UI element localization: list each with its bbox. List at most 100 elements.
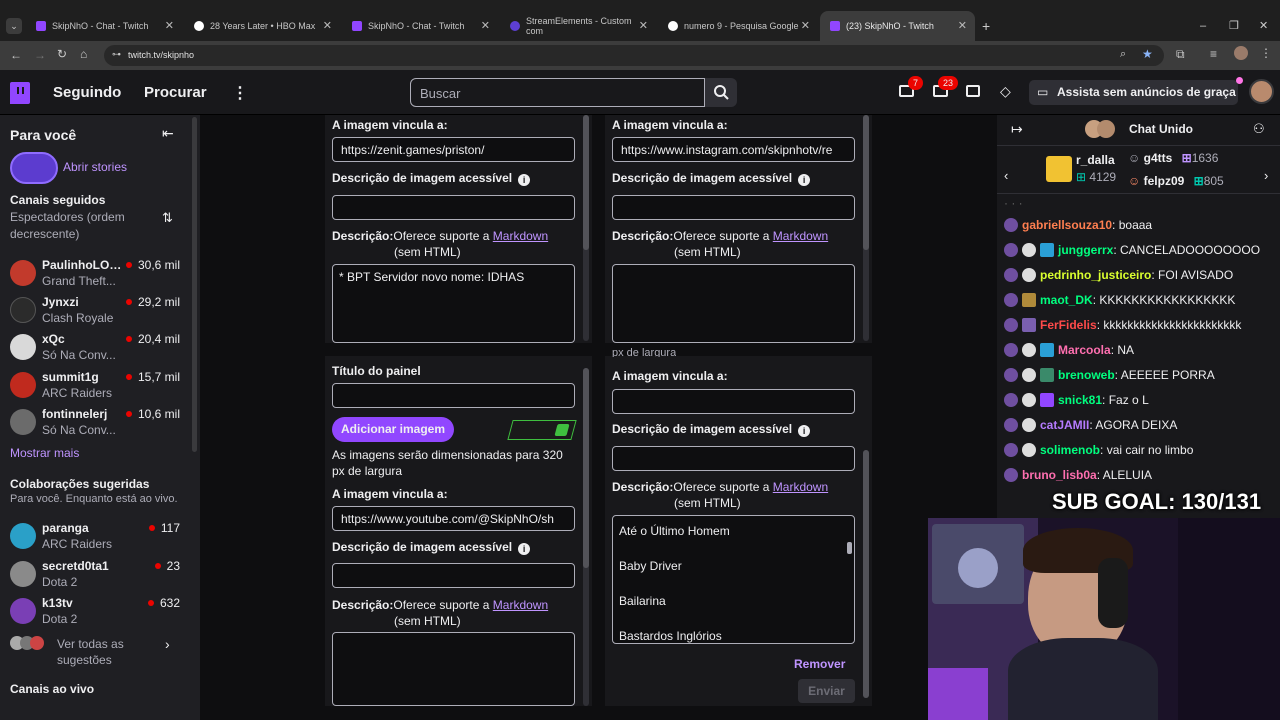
twitch-logo-icon[interactable]	[10, 82, 30, 104]
search-button[interactable]	[705, 78, 737, 107]
prime-badge: 7	[908, 76, 923, 90]
maximize-icon[interactable]: ❐	[1229, 19, 1239, 32]
followed-channel-2[interactable]: Jynxzi Clash Royale 29,2 mil	[0, 293, 195, 329]
stories-avatars[interactable]	[10, 152, 58, 184]
markdown-link[interactable]: Markdown	[493, 598, 548, 612]
markdown-link[interactable]: Markdown	[773, 229, 828, 243]
tab-close-icon[interactable]: ✕	[165, 19, 174, 32]
panel-3-alt-input[interactable]	[332, 563, 575, 588]
open-stories-link[interactable]: Abrir stories	[63, 160, 127, 174]
zoom-icon[interactable]: ⌕	[1120, 48, 1126, 61]
suggested-channel-3[interactable]: k13tv Dota 2 632	[0, 594, 195, 630]
collapse-sidebar-icon[interactable]: ⇤	[162, 125, 174, 142]
site-info-icon[interactable]: ⊶	[112, 49, 121, 60]
panel-3-title-input[interactable]	[332, 383, 575, 408]
browser-menu-icon[interactable]: ⋮	[1260, 46, 1272, 60]
window-close-icon[interactable]: ✕	[1259, 19, 1268, 32]
tab-close-icon[interactable]: ✕	[481, 19, 490, 32]
followed-channel-3[interactable]: xQc Só Na Conv... 20,4 mil	[0, 330, 195, 366]
avatar	[10, 334, 36, 360]
panel-2-scrollbar[interactable]	[863, 115, 869, 341]
browser-tab-3[interactable]: SkipNhO - Chat - Twitch ✕	[342, 11, 498, 41]
tab-search-button[interactable]: ⌄	[6, 18, 22, 34]
suggested-channel-1[interactable]: paranga ARC Raiders 117	[0, 519, 195, 555]
avatar	[10, 297, 36, 323]
extensions-icon[interactable]: ⧉	[1176, 47, 1185, 62]
search-icon	[714, 85, 729, 100]
panel-4-alt-input[interactable]	[612, 446, 855, 471]
leaderboard-top3: ☺ felpz09 ⊞805	[1128, 174, 1224, 188]
minimize-icon[interactable]: –	[1200, 20, 1206, 32]
suggested-heading: Colaborações sugeridas	[10, 477, 150, 491]
list-item: Bailarina	[619, 594, 666, 608]
collapse-chat-icon[interactable]: ↦	[1011, 121, 1023, 138]
user-avatar[interactable]	[1249, 79, 1274, 104]
markdown-link[interactable]: Markdown	[493, 229, 548, 243]
panel-4-scrollbar[interactable]	[863, 450, 869, 698]
browser-tab-6-active[interactable]: (23) SkipNhO - Twitch ✕	[820, 11, 975, 41]
tab-close-icon[interactable]: ✕	[801, 19, 810, 32]
suggested-channel-2[interactable]: secretd0ta1 Dota 2 23	[0, 557, 195, 593]
panel-3-link-label: A imagem vincula a:	[332, 487, 448, 501]
sort-icon[interactable]: ⇅	[162, 210, 173, 226]
add-image-button[interactable]: Adicionar imagem	[332, 417, 454, 442]
ad-free-button[interactable]: ▭ Assista sem anúncios de graça	[1029, 80, 1238, 105]
panel-1-description-textarea[interactable]: * BPT Servidor novo nome: IDHAS	[332, 264, 575, 343]
bits-icon[interactable]: ◇	[1000, 83, 1011, 100]
twitch-favicon-icon	[830, 21, 840, 31]
browser-tab-2[interactable]: 28 Years Later • HBO Max ✕	[184, 11, 340, 41]
followed-channel-4[interactable]: summit1g ARC Raiders 15,7 mil	[0, 368, 195, 404]
chat-users-icon[interactable]: ⚇	[1253, 121, 1265, 137]
panel-4-description-textarea[interactable]: Até o Último Homem Baby Driver Bailarina…	[612, 515, 855, 644]
forward-icon[interactable]: →	[34, 48, 46, 62]
info-icon: i	[798, 425, 811, 437]
twitch-favicon-icon	[36, 21, 46, 31]
profile-avatar[interactable]	[1234, 46, 1248, 60]
tab-close-icon[interactable]: ✕	[639, 19, 648, 32]
leaderboard-next-icon[interactable]: ›	[1264, 168, 1268, 183]
panel-2-alt-input[interactable]	[612, 195, 855, 220]
browser-tab-5[interactable]: numero 9 - Pesquisa Google ✕	[658, 11, 818, 41]
bookmark-star-icon[interactable]: ★	[1142, 47, 1153, 61]
panel-1-link-input[interactable]: https://zenit.games/priston/	[332, 137, 575, 162]
media-controls-icon[interactable]: ≡	[1210, 47, 1217, 61]
new-tab-icon[interactable]: +	[982, 18, 990, 34]
show-more-link[interactable]: Mostrar mais	[10, 446, 79, 460]
reload-icon[interactable]: ↻	[57, 47, 67, 61]
followed-channel-5[interactable]: fontinnelerj Só Na Conv... 10,6 mil	[0, 405, 195, 441]
home-icon[interactable]: ⌂	[80, 47, 87, 61]
panel-1-alt-input[interactable]	[332, 195, 575, 220]
panel-2-link-input[interactable]: https://www.instagram.com/skipnhotv/re	[612, 137, 855, 162]
more-menu-icon[interactable]: ⋮	[232, 83, 248, 103]
browser-tab-1[interactable]: SkipNhO - Chat - Twitch ✕	[26, 11, 182, 41]
back-icon[interactable]: ←	[10, 48, 22, 62]
chat-message: brenoweb: AEEEEE PORRA	[1004, 368, 1280, 390]
nav-browse[interactable]: Procurar	[144, 84, 207, 101]
see-all-suggestions-link[interactable]: Ver todas as sugestões	[57, 636, 147, 668]
search-input[interactable]: Buscar	[410, 78, 705, 107]
tab-close-icon[interactable]: ✕	[958, 19, 967, 32]
submit-button[interactable]: Enviar	[798, 679, 855, 703]
sub-goal-overlay: SUB GOAL: 130/131	[1052, 489, 1262, 514]
panel-2-description-textarea[interactable]	[612, 264, 855, 343]
whispers-icon[interactable]	[966, 85, 980, 97]
panel-3-description-textarea[interactable]	[332, 632, 575, 706]
textarea-scrollbar[interactable]	[847, 542, 852, 554]
leaderboard-prev-icon[interactable]: ‹	[1004, 168, 1008, 183]
panel-3-size-note: As imagens serão dimensionadas para 320 …	[332, 448, 563, 478]
markdown-link[interactable]: Markdown	[773, 480, 828, 494]
tab-close-icon[interactable]: ✕	[323, 19, 332, 32]
shared-chat-avatars	[1085, 120, 1125, 138]
url-input[interactable]: ⊶ twitch.tv/skipnho	[104, 45, 1164, 66]
sidebar-scrollbar[interactable]	[192, 117, 197, 452]
panel-3-scrollbar[interactable]	[583, 368, 589, 706]
remove-button[interactable]: Remover	[794, 657, 845, 671]
nav-following[interactable]: Seguindo	[53, 84, 121, 101]
browser-tab-4[interactable]: StreamElements - Custom com ✕	[500, 11, 656, 41]
panel-4-link-input[interactable]	[612, 389, 855, 414]
panel-4-size-note-partial: px de largura	[612, 347, 677, 357]
chevron-right-icon[interactable]: ›	[165, 636, 170, 652]
followed-channel-1[interactable]: PaulinhoLOK... Grand Theft... 30,6 mil	[0, 256, 195, 292]
panel-1-scrollbar[interactable]	[583, 115, 589, 341]
panel-3-link-input[interactable]: https://www.youtube.com/@SkipNhO/sh	[332, 506, 575, 531]
